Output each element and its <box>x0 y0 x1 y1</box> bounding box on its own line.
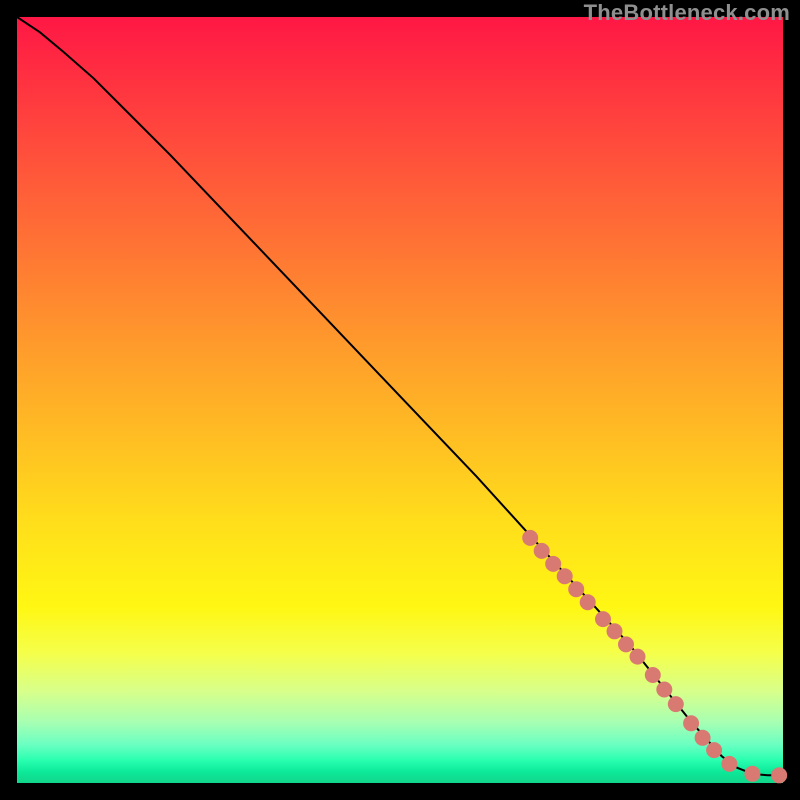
data-marker <box>771 767 787 783</box>
data-marker <box>695 730 711 746</box>
data-marker <box>607 623 623 639</box>
data-marker <box>744 766 760 782</box>
data-marker <box>721 756 737 772</box>
chart-svg <box>17 17 783 783</box>
data-marker <box>522 530 538 546</box>
data-marker <box>618 636 634 652</box>
data-marker <box>630 649 646 665</box>
data-marker <box>706 742 722 758</box>
data-marker <box>656 682 672 698</box>
data-marker <box>534 543 550 559</box>
chart-container: TheBottleneck.com <box>0 0 800 800</box>
data-marker <box>683 715 699 731</box>
data-marker <box>568 581 584 597</box>
data-marker <box>645 667 661 683</box>
data-marker <box>557 568 573 584</box>
plot-background <box>17 17 783 783</box>
data-marker <box>668 696 684 712</box>
data-markers <box>522 530 787 783</box>
data-marker <box>595 611 611 627</box>
attribution-label: TheBottleneck.com <box>584 0 790 26</box>
data-marker <box>580 594 596 610</box>
data-marker <box>545 556 561 572</box>
curve-line <box>17 17 783 775</box>
